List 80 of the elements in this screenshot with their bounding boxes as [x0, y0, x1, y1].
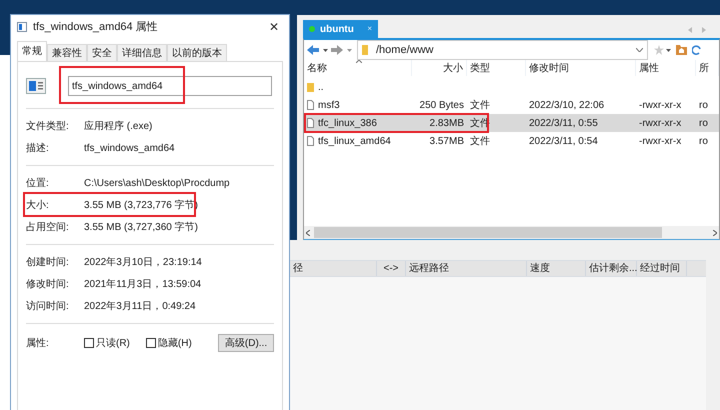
field-value: 应用程序 (.exe) — [84, 120, 152, 134]
field-label: 修改时间: — [26, 278, 70, 292]
chevron-down-icon[interactable] — [636, 48, 643, 52]
scrollbar-thumb[interactable] — [314, 227, 662, 238]
field-value: 3.55 MB (3,727,360 字节) — [84, 220, 198, 234]
column-header[interactable]: 大小 — [412, 60, 467, 76]
table-cell-text: ro — [699, 134, 708, 148]
field-label: 占用空间: — [26, 220, 70, 234]
table-cell-text: -rwxr-xr-x — [639, 98, 682, 112]
sort-caret-icon — [356, 60, 362, 63]
tab[interactable]: 以前的版本 — [167, 44, 227, 61]
column-header[interactable]: <-> — [377, 261, 406, 276]
table-cell-text: tfs_linux_amd64 — [318, 134, 391, 148]
back-icon[interactable] — [307, 45, 329, 55]
star-icon[interactable] — [654, 45, 664, 55]
table-cell-text: 2022/3/10, 22:06 — [529, 98, 604, 112]
field-value: 2022年3月11日，0:49:24 — [84, 300, 196, 314]
field-label: 位置: — [26, 176, 50, 190]
table-cell-text: ro — [699, 98, 708, 112]
column-header[interactable]: 估计剩余... — [586, 261, 637, 276]
folder-icon — [362, 45, 370, 55]
table-cell-text: 2022/3/11, 0:54 — [529, 134, 598, 148]
session-tab[interactable]: ubuntu × — [303, 20, 378, 38]
table-cell-text: 250 Bytes — [420, 98, 464, 112]
caret-icon[interactable] — [666, 48, 671, 52]
column-header[interactable]: 径 — [290, 261, 377, 276]
table-cell-text: .. — [318, 80, 324, 94]
tab-label: ubuntu — [320, 22, 355, 36]
checkbox-label: 只读(R) — [96, 336, 130, 350]
scroll-left-icon[interactable] — [306, 230, 310, 236]
close-button[interactable]: ✕ — [265, 18, 283, 36]
field-label: 大小: — [26, 198, 50, 212]
refresh-icon[interactable] — [692, 45, 701, 55]
checkbox-label: 隐藏(H) — [158, 336, 192, 350]
field-value: tfs_windows_amd64 — [84, 142, 175, 156]
advanced-button[interactable]: 高级(D)... — [218, 334, 274, 352]
field-value: 2021年11月3日，13:59:04 — [84, 278, 202, 292]
file-row[interactable]: msf3 250 Bytes 文件 2022/3/10, 22:06 -rwxr-xr-x ro — [304, 96, 719, 114]
column-header[interactable]: 所 — [696, 60, 719, 76]
table-cell-text: ro — [699, 116, 708, 130]
table-cell-text: -rwxr-xr-x — [639, 134, 682, 148]
file-row[interactable]: .. — [304, 78, 719, 96]
field-label: 创建时间: — [26, 256, 70, 270]
tab[interactable]: 详细信息 — [117, 44, 167, 61]
path-field[interactable]: /home/www — [357, 40, 648, 60]
tab[interactable]: 安全 — [87, 44, 117, 61]
field-value: 2022年3月10日，23:19:14 — [84, 256, 202, 270]
table-cell-text: 文件 — [470, 98, 490, 112]
column-header[interactable]: 名称 — [304, 60, 412, 76]
table-cell-text: 2022/3/11, 0:55 — [529, 116, 598, 130]
field-label: 文件类型: — [26, 120, 70, 134]
table-cell-text: 2.83MB — [430, 116, 464, 130]
checkbox[interactable] — [84, 338, 94, 348]
home-icon[interactable] — [676, 45, 687, 55]
table-cell-text: -rwxr-xr-x — [639, 116, 682, 130]
column-header[interactable]: 经过时间 — [637, 261, 687, 276]
application-icon — [26, 78, 46, 94]
name-field[interactable]: tfs_windows_amd64 — [68, 76, 272, 96]
file-row[interactable]: tfs_linux_amd64 3.57MB 文件 2022/3/11, 0:54 -rwxr-xr-x ro — [304, 132, 719, 150]
field-label: 访问时间: — [26, 300, 70, 314]
field-label: 描述: — [26, 142, 50, 156]
column-header[interactable]: 属性 — [636, 60, 696, 76]
path-text: /home/www — [376, 42, 434, 58]
column-header[interactable]: 远程路径 — [406, 261, 527, 276]
scroll-right-icon[interactable] — [713, 230, 717, 236]
table-cell-text: msf3 — [318, 98, 340, 112]
window-icon — [17, 22, 27, 32]
table-cell-text: tfc_linux_386 — [318, 116, 377, 130]
checkbox[interactable] — [146, 338, 156, 348]
column-header[interactable]: 类型 — [467, 60, 526, 76]
tab[interactable]: 兼容性 — [47, 44, 87, 61]
field-value: C:\Users\ash\Desktop\Procdump — [84, 176, 230, 190]
field-label: 属性: — [26, 336, 50, 350]
window-title: tfs_windows_amd64 属性 — [33, 20, 159, 35]
column-header[interactable]: 修改时间 — [526, 60, 636, 76]
column-header[interactable]: 速度 — [527, 261, 586, 276]
tab[interactable]: 常规 — [17, 41, 47, 61]
table-cell-text: 文件 — [470, 134, 490, 148]
table-cell-text: 3.57MB — [430, 134, 464, 148]
folder-icon — [307, 82, 314, 92]
